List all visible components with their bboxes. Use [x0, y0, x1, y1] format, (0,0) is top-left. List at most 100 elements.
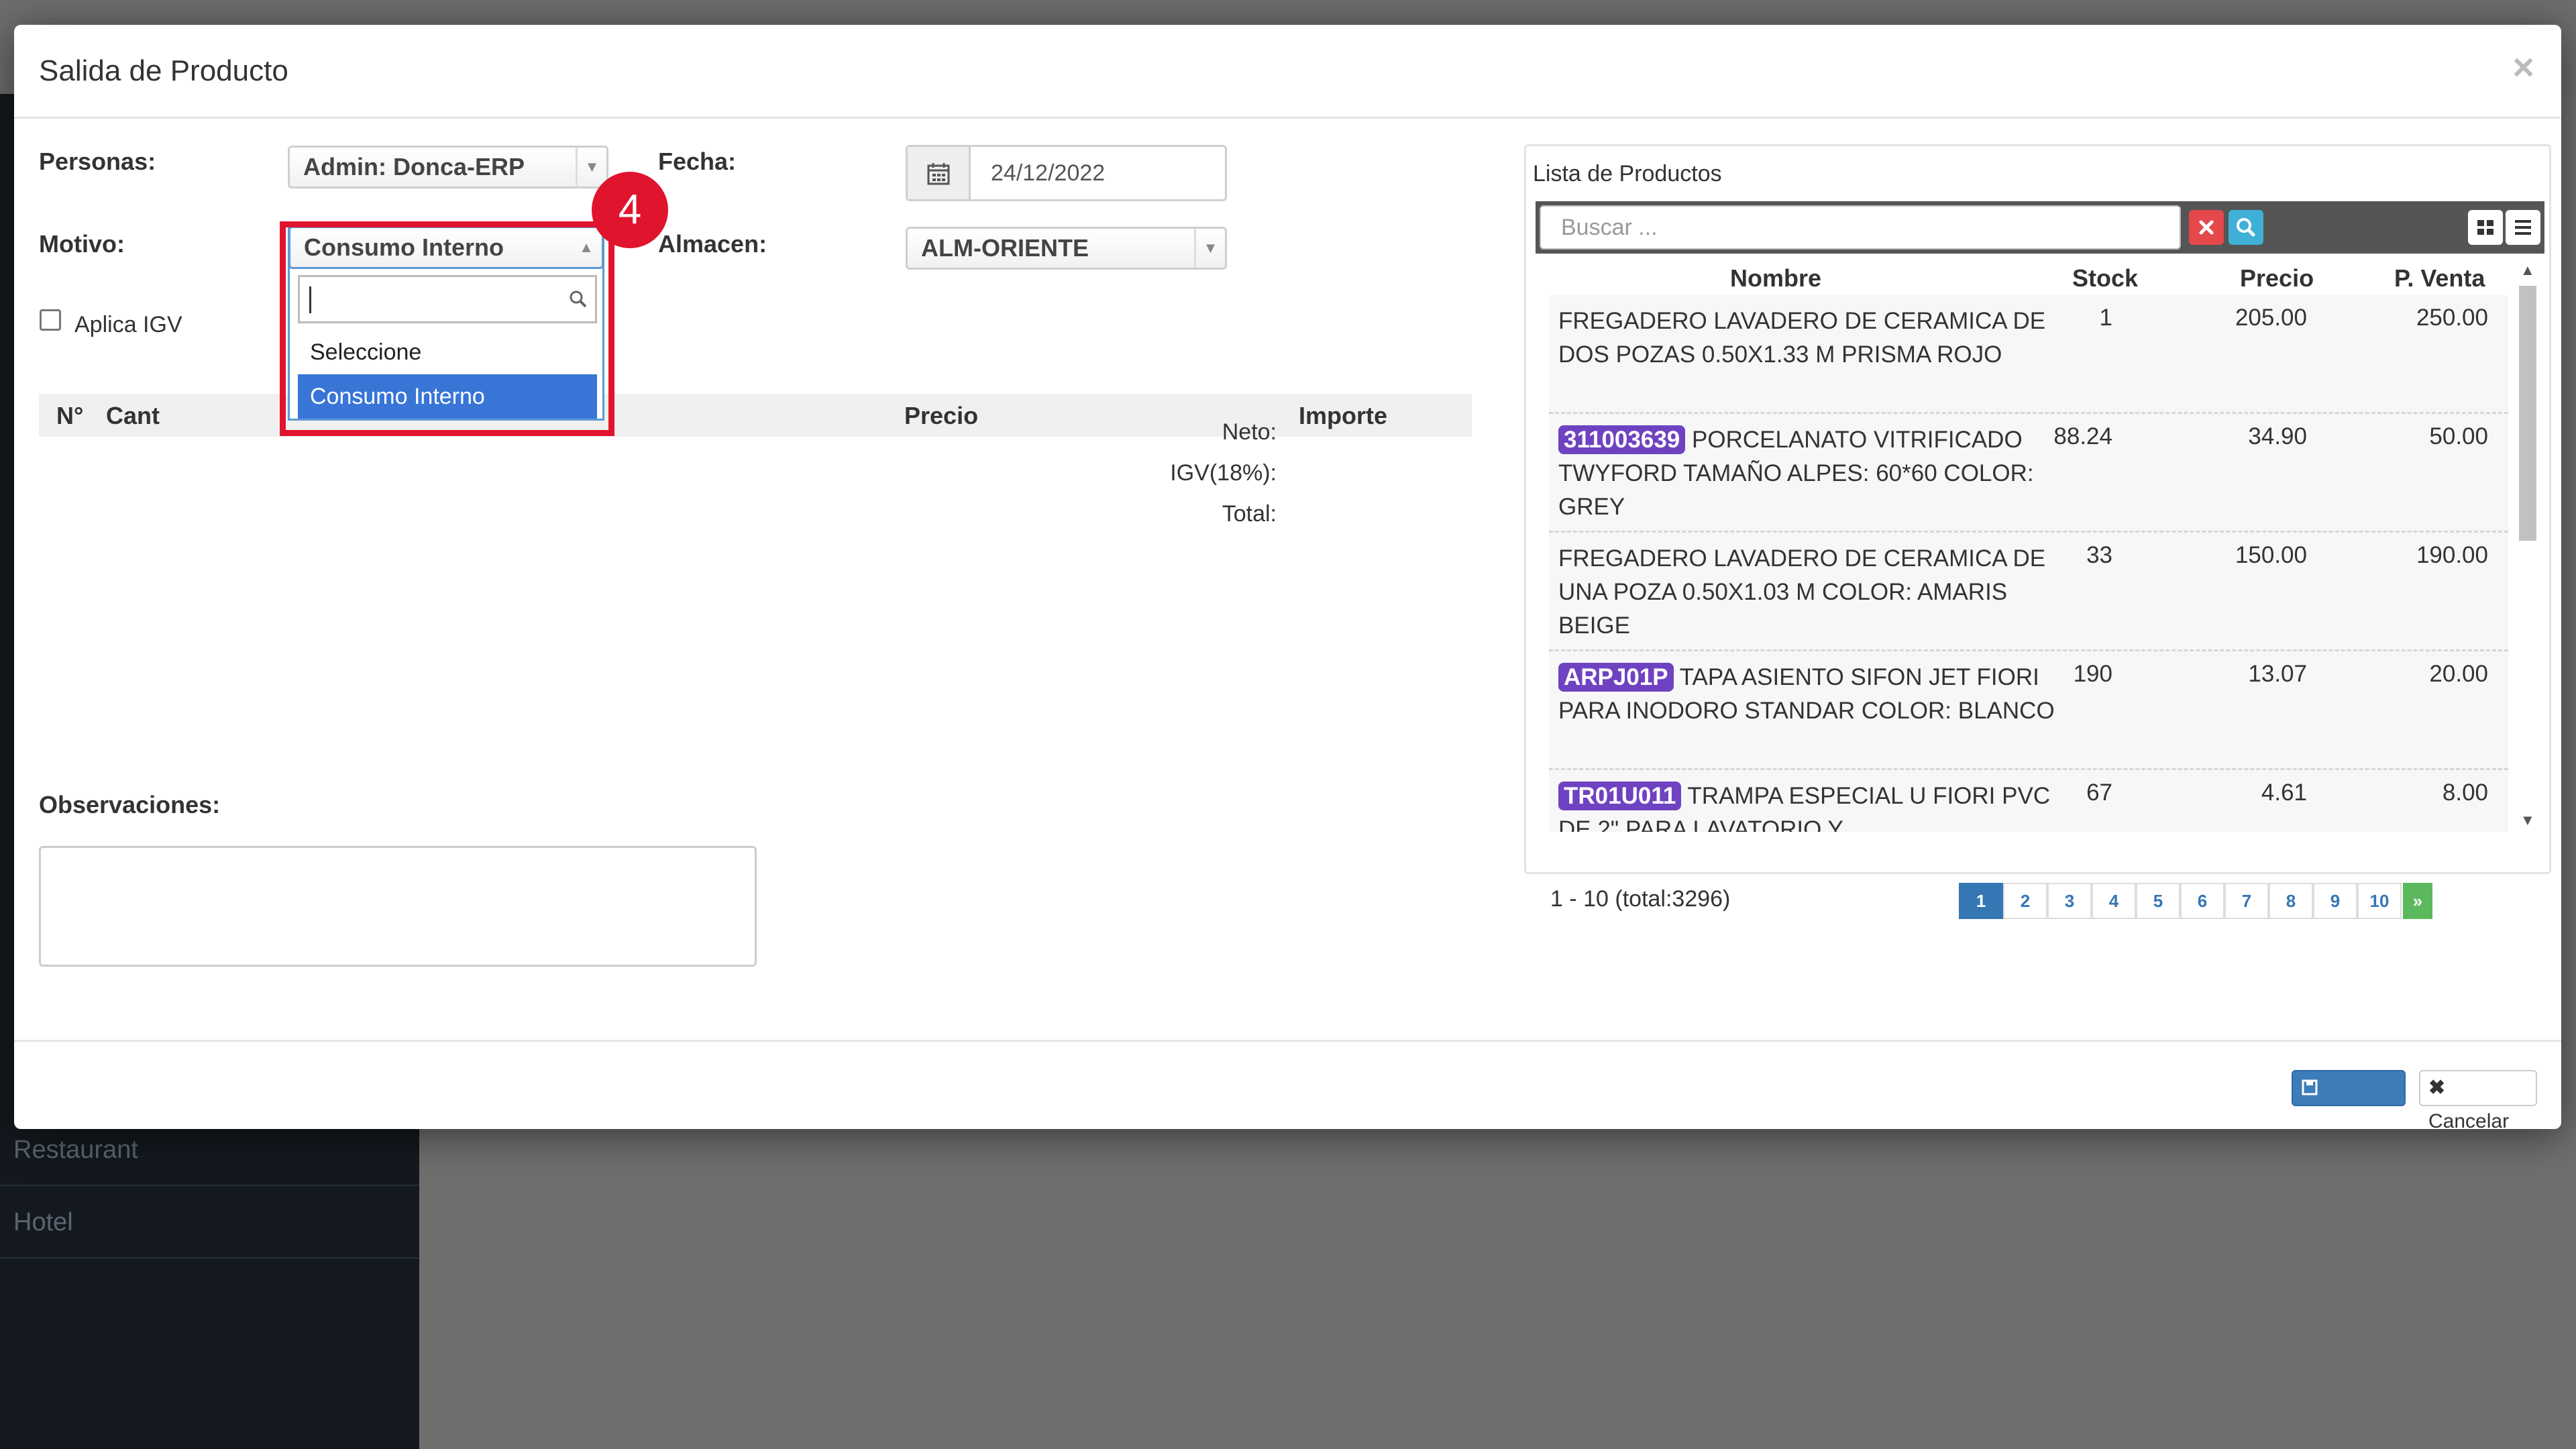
grid-icon — [2477, 220, 2493, 235]
product-name: 311003639 PORCELANATO VITRIFICADO TWYFOR… — [1558, 423, 2055, 524]
product-list-panel: Lista de Productos Buscar ... Nombre Sto… — [1524, 144, 2551, 874]
page-5-button[interactable]: 5 — [2136, 883, 2180, 919]
salida-producto-modal: Salida de Producto × Personas: Admin: Do… — [14, 25, 2561, 1132]
col-p-venta: P. Venta — [2394, 264, 2485, 292]
col-numero: N° — [56, 402, 84, 429]
product-list-scrollbar[interactable]: ▲ ▼ — [2518, 262, 2538, 832]
chevron-down-icon: ▼ — [1194, 229, 1225, 268]
total-label: Total: — [1222, 501, 1277, 527]
product-precio: 34.90 — [2248, 423, 2307, 449]
product-stock: 67 — [2086, 780, 2112, 806]
scrollbar-thumb[interactable] — [2519, 286, 2536, 541]
product-name: ARPJ01P TAPA ASIENTO SIFON JET FIORI PAR… — [1558, 661, 2055, 728]
product-table-body: FREGADERO LAVADERO DE CERAMICA DE DOS PO… — [1549, 295, 2508, 832]
calendar-icon[interactable] — [908, 147, 971, 199]
product-row[interactable]: 311003639 PORCELANATO VITRIFICADO TWYFOR… — [1549, 414, 2508, 533]
observaciones-label: Observaciones: — [39, 791, 221, 818]
product-row[interactable]: ARPJ01P TAPA ASIENTO SIFON JET FIORI PAR… — [1549, 651, 2508, 770]
product-code-badge: 311003639 — [1558, 425, 1686, 454]
clear-search-button[interactable] — [2189, 210, 2224, 245]
product-venta: 20.00 — [2429, 661, 2488, 687]
col-precio: Precio — [2240, 264, 2314, 292]
neto-label: Neto: — [1222, 419, 1277, 445]
step-badge: 4 — [592, 172, 668, 248]
col-cant: Cant — [106, 402, 160, 429]
page-4-button[interactable]: 4 — [2092, 883, 2136, 919]
product-search-input[interactable]: Buscar ... — [1540, 205, 2181, 250]
product-precio: 150.00 — [2235, 542, 2307, 568]
page-8-button[interactable]: 8 — [2269, 883, 2313, 919]
cancel-button[interactable]: ✖ Cancelar — [2419, 1070, 2537, 1132]
chevron-up-icon[interactable]: ▲ — [2520, 262, 2535, 279]
product-row[interactable]: FREGADERO LAVADERO DE CERAMICA DE UNA PO… — [1549, 533, 2508, 651]
col-precio: Precio — [904, 402, 979, 429]
list-view-button[interactable] — [2506, 210, 2540, 245]
search-button[interactable] — [2229, 210, 2263, 245]
col-nombre: Nombre — [1730, 264, 1822, 292]
chevron-down-icon: ▼ — [576, 148, 606, 186]
modal-header: Salida de Producto × — [14, 25, 2561, 119]
observaciones-textarea[interactable] — [39, 846, 757, 967]
cancel-label: Cancelar — [2428, 1110, 2510, 1132]
product-name: TR01U011 TRAMPA ESPECIAL U FIORI PVC DE … — [1558, 780, 2055, 832]
grid-view-button[interactable] — [2468, 210, 2503, 245]
product-code-badge: ARPJ01P — [1558, 663, 1674, 692]
page-9-button[interactable]: 9 — [2313, 883, 2357, 919]
sidebar-item-hotel[interactable]: Hotel — [0, 1186, 419, 1258]
aplica-igv-label: Aplica IGV — [74, 312, 182, 337]
product-venta: 190.00 — [2416, 542, 2488, 568]
page-7-button[interactable]: 7 — [2224, 883, 2269, 919]
page-3-button[interactable]: 3 — [2047, 883, 2092, 919]
motivo-label: Motivo: — [39, 230, 125, 258]
modal-title: Salida de Producto — [39, 54, 288, 87]
list-icon — [2515, 220, 2531, 235]
product-code-badge: TR01U011 — [1558, 782, 1682, 810]
page-10-button[interactable]: 10 — [2357, 883, 2402, 919]
fecha-value: 24/12/2022 — [991, 160, 1106, 186]
chevron-down-icon[interactable]: ▼ — [2520, 812, 2535, 829]
product-precio: 4.61 — [2261, 780, 2307, 806]
pagination-info: 1 - 10 (total:3296) — [1550, 886, 1731, 912]
product-name: FREGADERO LAVADERO DE CERAMICA DE UNA PO… — [1558, 542, 2055, 643]
product-row[interactable]: TR01U011 TRAMPA ESPECIAL U FIORI PVC DE … — [1549, 770, 2508, 832]
page-2-button[interactable]: 2 — [2003, 883, 2047, 919]
fecha-label: Fecha: — [658, 148, 737, 175]
personas-select[interactable]: Admin: Donca-ERP ▼ — [288, 146, 608, 189]
product-stock: 33 — [2086, 542, 2112, 568]
personas-label: Personas: — [39, 148, 156, 175]
page-1-button[interactable]: 1 — [1959, 883, 2003, 919]
product-venta: 8.00 — [2442, 780, 2488, 806]
personas-value: Admin: Donca-ERP — [303, 153, 525, 180]
product-precio: 13.07 — [2248, 661, 2307, 687]
product-row[interactable]: FREGADERO LAVADERO DE CERAMICA DE DOS PO… — [1549, 295, 2508, 414]
product-stock: 1 — [2099, 305, 2112, 331]
product-table-header: Nombre Stock Precio P. Venta — [1549, 262, 2508, 295]
modal-footer — [14, 1040, 2561, 1129]
product-list-title: Lista de Productos — [1533, 161, 1722, 186]
save-label: Guardar — [2301, 1110, 2375, 1132]
product-name-text: FREGADERO LAVADERO DE CERAMICA DE UNA PO… — [1558, 545, 2046, 639]
aplica-igv-checkbox[interactable] — [40, 309, 61, 331]
save-icon — [2302, 1079, 2318, 1095]
save-button[interactable]: Guardar — [2292, 1070, 2406, 1132]
col-stock: Stock — [2072, 264, 2139, 292]
next-page-button[interactable]: » — [2403, 883, 2432, 919]
almacen-label: Almacen: — [658, 230, 767, 258]
product-toolbar: Buscar ... — [1536, 201, 2544, 254]
product-venta: 250.00 — [2416, 305, 2488, 331]
product-venta: 50.00 — [2429, 423, 2488, 449]
close-icon[interactable]: × — [2512, 45, 2534, 89]
product-stock: 190 — [2073, 661, 2112, 687]
almacen-select[interactable]: ALM-ORIENTE ▼ — [906, 227, 1227, 270]
col-importe: Importe — [1299, 402, 1388, 429]
igv-label: IGV(18%): — [1170, 460, 1277, 486]
product-name-text: FREGADERO LAVADERO DE CERAMICA DE DOS PO… — [1558, 308, 2046, 368]
close-icon: ✖ — [2428, 1077, 2446, 1099]
fecha-field[interactable]: 24/12/2022 — [906, 145, 1227, 201]
product-precio: 205.00 — [2235, 305, 2307, 331]
close-icon — [2199, 220, 2214, 235]
page-6-button[interactable]: 6 — [2180, 883, 2224, 919]
almacen-value: ALM-ORIENTE — [921, 234, 1089, 262]
highlight-box — [280, 221, 614, 436]
product-name: FREGADERO LAVADERO DE CERAMICA DE DOS PO… — [1558, 305, 2055, 372]
